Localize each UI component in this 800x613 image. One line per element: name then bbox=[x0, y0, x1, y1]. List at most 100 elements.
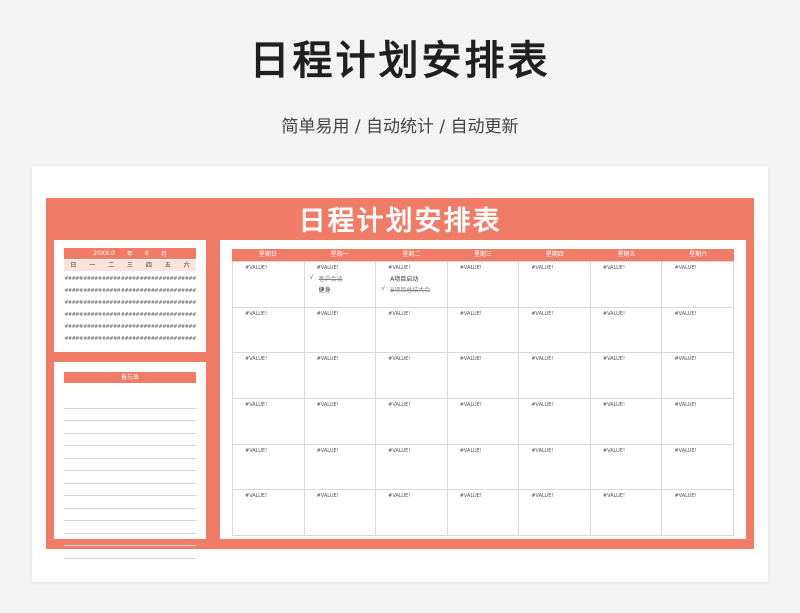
mini-calendar-day[interactable]: ##### bbox=[139, 288, 159, 294]
memo-line[interactable] bbox=[64, 434, 196, 446]
mini-calendar-day[interactable]: ##### bbox=[158, 312, 178, 318]
calendar-cell[interactable]: #VALUE! bbox=[233, 307, 305, 354]
calendar-cell[interactable]: #VALUE! bbox=[447, 262, 520, 308]
mini-calendar-day[interactable]: ##### bbox=[83, 324, 102, 330]
calendar-cell[interactable]: #VALUE! bbox=[304, 490, 377, 537]
calendar-cell[interactable]: #VALUE! bbox=[447, 399, 520, 445]
calendar-cell[interactable]: #VALUE! bbox=[233, 262, 305, 308]
memo-line[interactable] bbox=[64, 446, 196, 459]
mini-calendar-day[interactable]: ##### bbox=[139, 276, 159, 282]
calendar-cell[interactable]: #VALUE! bbox=[304, 307, 377, 354]
mini-calendar-day[interactable]: ##### bbox=[102, 324, 121, 330]
memo-lines[interactable] bbox=[64, 396, 196, 559]
calendar-cell[interactable]: #VALUE! bbox=[376, 490, 448, 537]
mini-calendar-day[interactable]: ##### bbox=[83, 312, 102, 318]
calendar-cell[interactable]: #VALUE! bbox=[519, 490, 591, 537]
calendar-cell[interactable]: #VALUE! bbox=[447, 353, 520, 400]
calendar-cell[interactable]: #VALUE! bbox=[519, 307, 591, 354]
memo-line[interactable] bbox=[64, 421, 196, 434]
calendar-cell[interactable]: #VALUE! bbox=[233, 399, 305, 445]
mini-calendar-day[interactable]: ##### bbox=[177, 312, 196, 318]
memo-line[interactable] bbox=[64, 546, 196, 559]
mini-calendar-day[interactable]: ##### bbox=[139, 312, 159, 318]
calendar-cell[interactable]: #VALUE! bbox=[590, 353, 663, 400]
calendar-cell[interactable]: #VALUE! bbox=[519, 353, 591, 400]
calendar-cell[interactable]: #VALUE! bbox=[304, 353, 377, 400]
task-check-icon[interactable] bbox=[380, 274, 386, 283]
calendar-cell[interactable]: #VALUE! √ 客户会谈 健身 bbox=[304, 262, 377, 308]
calendar-cell[interactable]: #VALUE! bbox=[447, 307, 520, 354]
mini-calendar-day[interactable]: ##### bbox=[121, 300, 140, 306]
mini-calendar-day[interactable]: ##### bbox=[158, 300, 178, 306]
task-check-icon[interactable]: √ bbox=[380, 285, 386, 294]
memo-line[interactable] bbox=[64, 521, 196, 534]
mini-calendar-day[interactable]: ##### bbox=[139, 336, 159, 342]
task-item[interactable]: √ 客户会谈 bbox=[309, 274, 343, 283]
mini-calendar-day[interactable]: ##### bbox=[139, 300, 159, 306]
calendar-cell[interactable]: #VALUE! bbox=[376, 444, 448, 491]
calendar-cell[interactable]: #VALUE! bbox=[662, 307, 735, 354]
mini-calendar-day[interactable]: ##### bbox=[177, 324, 196, 330]
calendar-cell[interactable]: #VALUE! bbox=[662, 262, 735, 308]
memo-line[interactable] bbox=[64, 534, 196, 546]
calendar-cell[interactable]: #VALUE! bbox=[233, 490, 305, 537]
mini-calendar-day[interactable]: ##### bbox=[158, 276, 178, 282]
memo-line[interactable] bbox=[64, 496, 196, 509]
memo-line[interactable] bbox=[64, 484, 196, 496]
calendar-cell[interactable]: #VALUE! bbox=[376, 399, 448, 445]
memo-line[interactable] bbox=[64, 396, 196, 409]
mini-calendar-day[interactable]: ##### bbox=[121, 276, 140, 282]
mini-calendar-month[interactable]: 8 bbox=[145, 250, 149, 257]
mini-calendar-day[interactable]: ##### bbox=[83, 336, 102, 342]
calendar-cell[interactable]: #VALUE! bbox=[662, 399, 735, 445]
calendar-cell[interactable]: #VALUE! bbox=[590, 444, 663, 491]
mini-calendar-day[interactable]: ##### bbox=[64, 300, 83, 306]
mini-calendar-day[interactable]: ##### bbox=[102, 276, 121, 282]
calendar-cell[interactable]: #VALUE! bbox=[304, 399, 377, 445]
memo-line[interactable] bbox=[64, 409, 196, 421]
mini-calendar-day[interactable]: ##### bbox=[83, 300, 102, 306]
calendar-cell[interactable]: #VALUE! bbox=[447, 444, 520, 491]
memo-line[interactable] bbox=[64, 459, 196, 471]
calendar-cell[interactable]: #VALUE! bbox=[519, 444, 591, 491]
mini-calendar-day[interactable]: ##### bbox=[64, 312, 83, 318]
calendar-cell[interactable]: #VALUE! bbox=[662, 353, 735, 400]
task-item[interactable]: 健身 bbox=[309, 285, 331, 294]
calendar-cell[interactable]: #VALUE! bbox=[233, 444, 305, 491]
mini-calendar-day[interactable]: ##### bbox=[64, 336, 83, 342]
mini-calendar-day[interactable]: ##### bbox=[177, 300, 196, 306]
calendar-cell[interactable]: #VALUE! bbox=[376, 307, 448, 354]
mini-calendar-day[interactable]: ##### bbox=[158, 288, 178, 294]
calendar-cell[interactable]: #VALUE! bbox=[447, 490, 520, 537]
calendar-cell[interactable]: #VALUE! bbox=[304, 444, 377, 491]
mini-calendar-day[interactable]: ##### bbox=[177, 276, 196, 282]
mini-calendar-day[interactable]: ##### bbox=[102, 300, 121, 306]
mini-calendar-day[interactable]: ##### bbox=[121, 312, 140, 318]
memo-line[interactable] bbox=[64, 509, 196, 521]
calendar-cell[interactable]: #VALUE! bbox=[590, 490, 663, 537]
mini-calendar-day[interactable]: ##### bbox=[121, 288, 140, 294]
mini-calendar-day[interactable]: ##### bbox=[177, 336, 196, 342]
calendar-cell[interactable]: #VALUE! bbox=[662, 444, 735, 491]
memo-line[interactable] bbox=[64, 471, 196, 484]
calendar-cell[interactable]: #VALUE! bbox=[590, 262, 663, 308]
task-check-icon[interactable]: √ bbox=[309, 274, 315, 283]
calendar-cell[interactable]: #VALUE! bbox=[519, 399, 591, 445]
mini-calendar-day[interactable]: ##### bbox=[177, 288, 196, 294]
mini-calendar-day[interactable]: ##### bbox=[158, 336, 178, 342]
calendar-cell[interactable]: #VALUE! bbox=[590, 307, 663, 354]
mini-calendar-day[interactable]: ##### bbox=[102, 312, 121, 318]
mini-calendar-day[interactable]: ##### bbox=[83, 288, 102, 294]
mini-calendar-day[interactable]: ##### bbox=[83, 276, 102, 282]
calendar-cell[interactable]: #VALUE! bbox=[233, 353, 305, 400]
task-item[interactable]: A项目启动 bbox=[380, 274, 418, 283]
calendar-cell[interactable]: #VALUE! bbox=[662, 490, 735, 537]
mini-calendar-day[interactable]: ##### bbox=[64, 324, 83, 330]
mini-calendar-day[interactable]: ##### bbox=[121, 324, 140, 330]
mini-calendar-day[interactable]: ##### bbox=[139, 324, 159, 330]
mini-calendar-day[interactable]: ##### bbox=[102, 288, 121, 294]
mini-calendar-year[interactable]: 20XX.0 bbox=[93, 250, 115, 257]
mini-calendar-day[interactable]: ##### bbox=[102, 336, 121, 342]
task-item[interactable]: √ B项目总结大会 bbox=[380, 285, 430, 294]
calendar-cell[interactable]: #VALUE! bbox=[519, 262, 591, 308]
